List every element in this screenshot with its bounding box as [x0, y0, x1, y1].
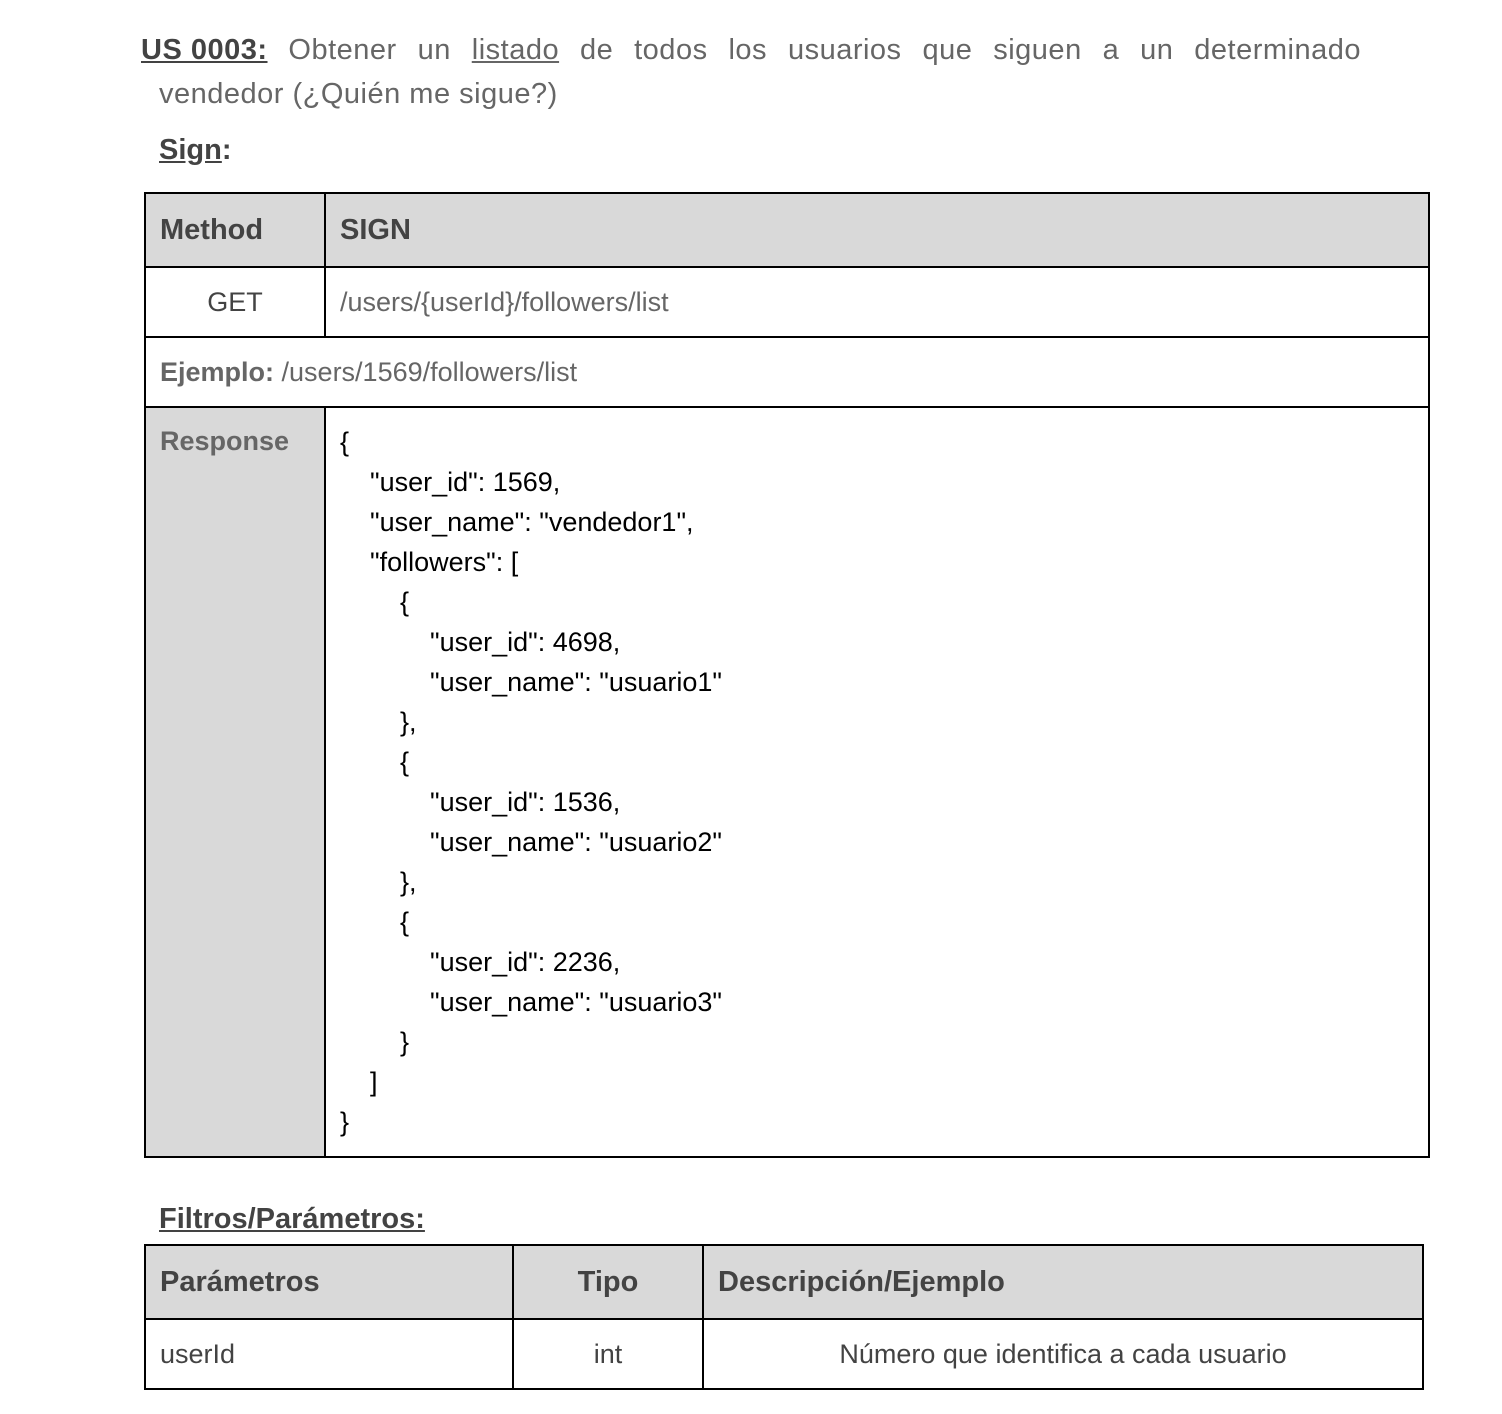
example-value: /users/1569/followers/list — [281, 356, 578, 387]
story-word: un — [417, 34, 451, 66]
http-method: GET — [144, 266, 326, 338]
story-word: a — [1102, 34, 1120, 66]
response-label: Response — [144, 406, 326, 1158]
param-name: userId — [144, 1318, 514, 1390]
story-word: determinado — [1194, 34, 1361, 66]
sign-table-header-row: Method SIGN — [144, 192, 1430, 268]
params-header-row: Parámetros Tipo Descripción/Ejemplo — [144, 1244, 1424, 1320]
sign-header: SIGN — [324, 192, 1430, 268]
story-word: usuarios — [787, 34, 902, 66]
sign-table: Method SIGN GET /users/{userId}/follower… — [144, 192, 1430, 1158]
endpoint-path: /users/{userId}/followers/list — [324, 266, 1430, 338]
story-word: todos — [634, 34, 708, 66]
params-table: Parámetros Tipo Descripción/Ejemplo user… — [144, 1244, 1424, 1390]
response-row: Response { "user_id": 1569, "user_name":… — [144, 406, 1430, 1158]
story-word: los — [728, 34, 768, 66]
params-header-tipo: Tipo — [512, 1244, 704, 1320]
example-row: Ejemplo: /users/1569/followers/list — [144, 336, 1430, 408]
sign-heading-colon: : — [221, 134, 232, 166]
endpoint-row: GET /users/{userId}/followers/list — [144, 266, 1430, 338]
story-word: Obtener — [288, 34, 397, 66]
method-header: Method — [144, 192, 326, 268]
param-description: Número que identifica a cada usuario — [702, 1318, 1424, 1390]
response-body: { "user_id": 1569, "user_name": "vendedo… — [324, 406, 1430, 1158]
sign-heading-text: Sign — [159, 134, 222, 166]
params-header-descripcion: Descripción/Ejemplo — [702, 1244, 1424, 1320]
params-header-parametros: Parámetros — [144, 1244, 514, 1320]
example-label: Ejemplo: — [160, 356, 275, 387]
user-story-title: US 0003: Obtener un listado de todos los… — [141, 28, 1361, 116]
param-type: int — [512, 1318, 704, 1390]
story-link-word: listado — [471, 34, 560, 66]
story-word: siguen — [993, 34, 1082, 66]
example-cell: Ejemplo: /users/1569/followers/list — [144, 336, 1430, 408]
story-word: de — [579, 34, 614, 66]
story-word: que — [922, 34, 973, 66]
story-word: un — [1140, 34, 1174, 66]
user-story-line2: vendedor (¿Quién me sigue?) — [159, 78, 558, 110]
filters-heading: Filtros/Parámetros: — [159, 1203, 425, 1235]
sign-heading: Sign: — [159, 134, 232, 167]
user-story-code: US 0003: — [141, 34, 268, 66]
table-row: userId int Número que identifica a cada … — [144, 1318, 1424, 1390]
